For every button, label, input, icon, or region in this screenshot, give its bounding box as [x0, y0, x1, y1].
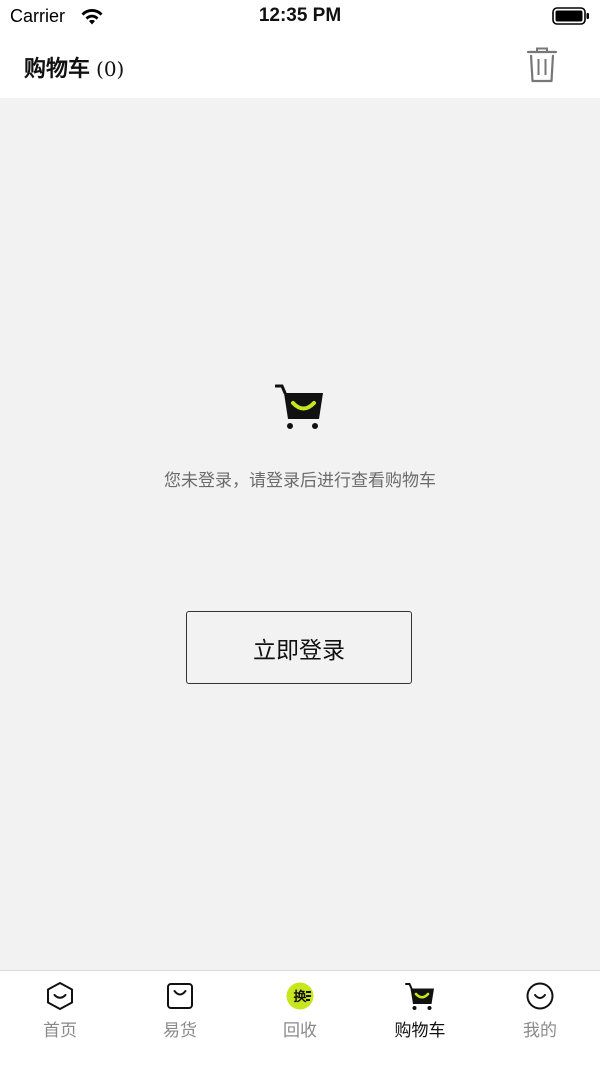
- tab-label: 回收: [283, 1021, 317, 1041]
- smiley-icon: [526, 982, 554, 1010]
- tab-profile[interactable]: 我的: [480, 971, 600, 1067]
- status-time: 12:35 PM: [258, 5, 342, 26]
- cart-icon: [405, 983, 434, 1010]
- status-bar: Carrier 12:35 PM: [0, 0, 600, 34]
- login-button[interactable]: 立即登录: [186, 611, 412, 684]
- tab-recycle[interactable]: 换 回收: [240, 971, 360, 1067]
- tab-label: 购物车: [394, 1021, 446, 1041]
- tab-cart[interactable]: 购物车: [360, 971, 480, 1067]
- tab-barter[interactable]: 易货: [120, 971, 240, 1067]
- cart-header: 购物车 (0): [0, 34, 600, 98]
- page-title-text: 购物车: [24, 57, 91, 82]
- shopping-cart-icon: [275, 384, 323, 429]
- tab-label: 易货: [163, 1021, 197, 1041]
- bottom-tab-bar: 首页 易货 换 回收 购物车 我的: [0, 970, 600, 1067]
- tab-label: 我的: [523, 1021, 557, 1041]
- login-prompt-message: 您未登录，请登录后进行查看购物车: [164, 471, 436, 491]
- exchange-badge-icon: 换: [286, 982, 314, 1010]
- battery-icon: [552, 7, 589, 25]
- tab-label: 首页: [43, 1021, 77, 1041]
- svg-text:换: 换: [294, 989, 308, 1005]
- cart-count: (0): [96, 57, 125, 81]
- home-hexagon-icon: [47, 982, 73, 1010]
- page-title: 购物车 (0): [24, 51, 124, 83]
- tab-home[interactable]: 首页: [0, 971, 120, 1067]
- trash-icon[interactable]: [526, 46, 558, 84]
- shopping-bag-icon: [167, 983, 193, 1009]
